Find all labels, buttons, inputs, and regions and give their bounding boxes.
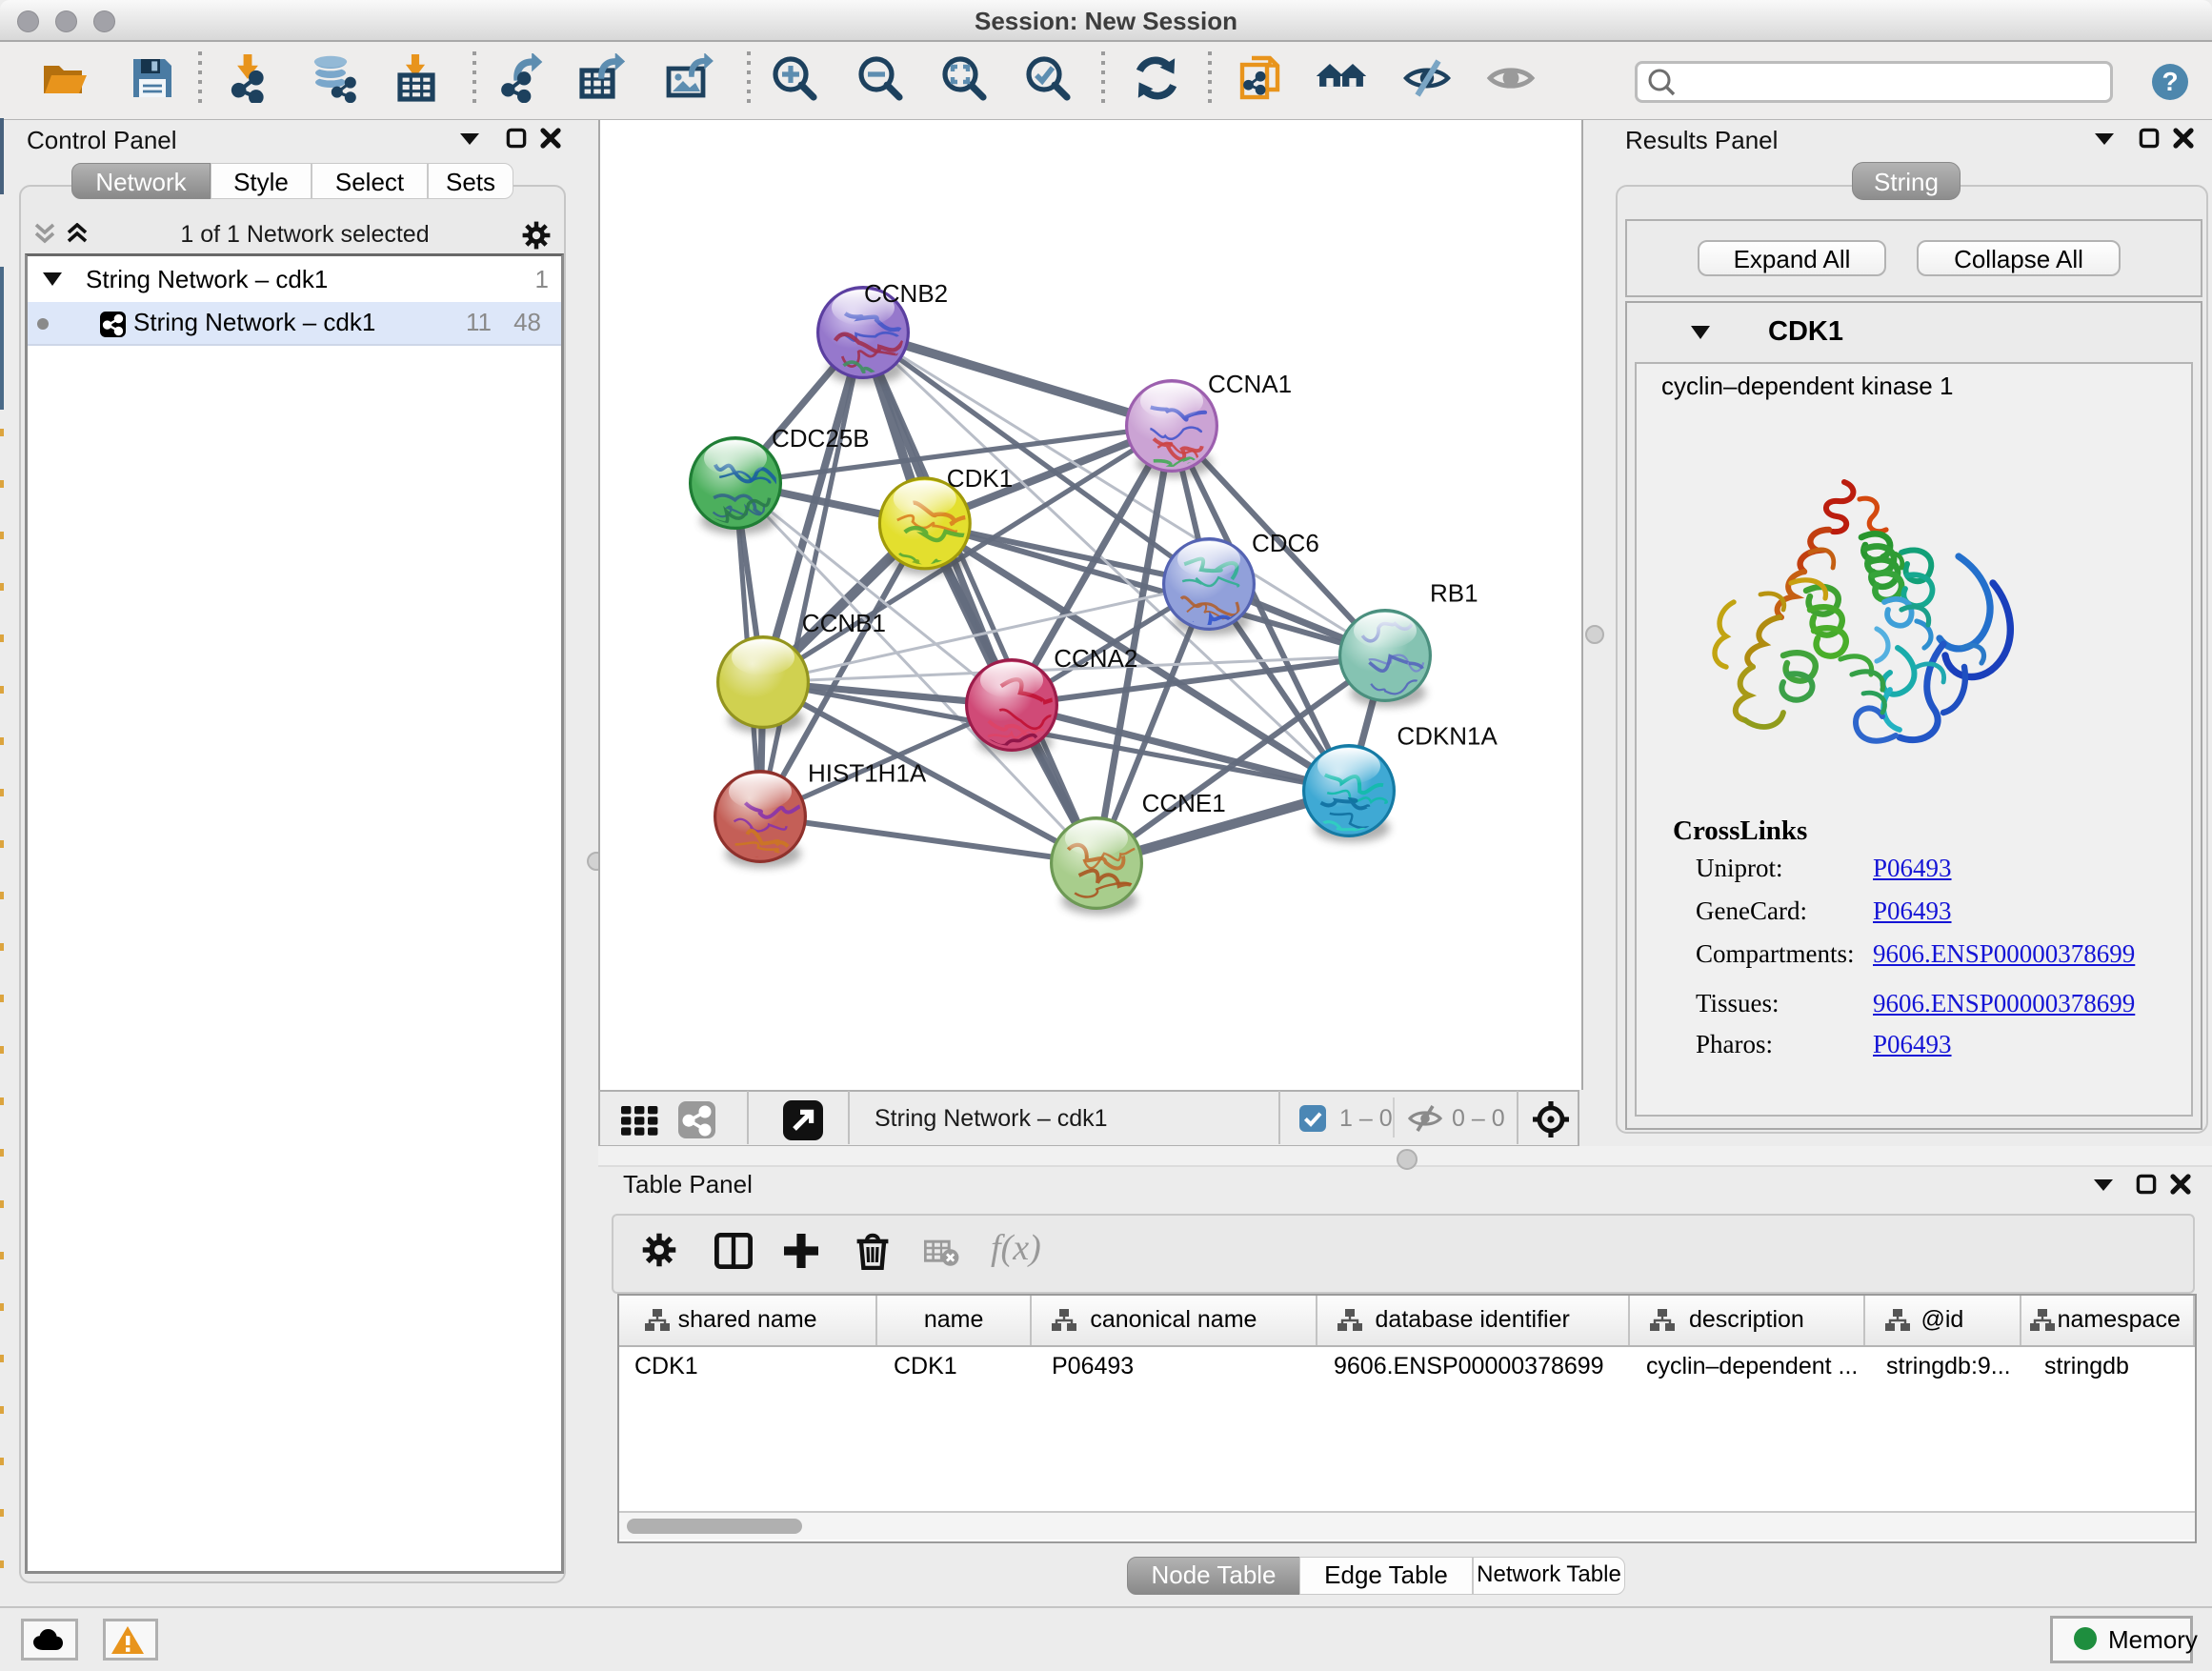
svg-text:CCNA2: CCNA2 (1054, 644, 1137, 673)
svg-text:CCNB2: CCNB2 (864, 279, 948, 308)
svg-text:RB1: RB1 (1430, 579, 1478, 608)
svg-text:CDK1: CDK1 (947, 464, 1013, 493)
svg-text:CCNB1: CCNB1 (802, 609, 886, 637)
svg-text:CCNA1: CCNA1 (1208, 370, 1292, 398)
svg-text:CDC25B: CDC25B (772, 424, 870, 453)
svg-text:CDC6: CDC6 (1252, 529, 1319, 557)
svg-text:HIST1H1A: HIST1H1A (808, 758, 927, 787)
svg-text:CCNE1: CCNE1 (1142, 789, 1226, 817)
svg-text:?: ? (2162, 67, 2178, 96)
svg-text:CDKN1A: CDKN1A (1397, 722, 1498, 751)
